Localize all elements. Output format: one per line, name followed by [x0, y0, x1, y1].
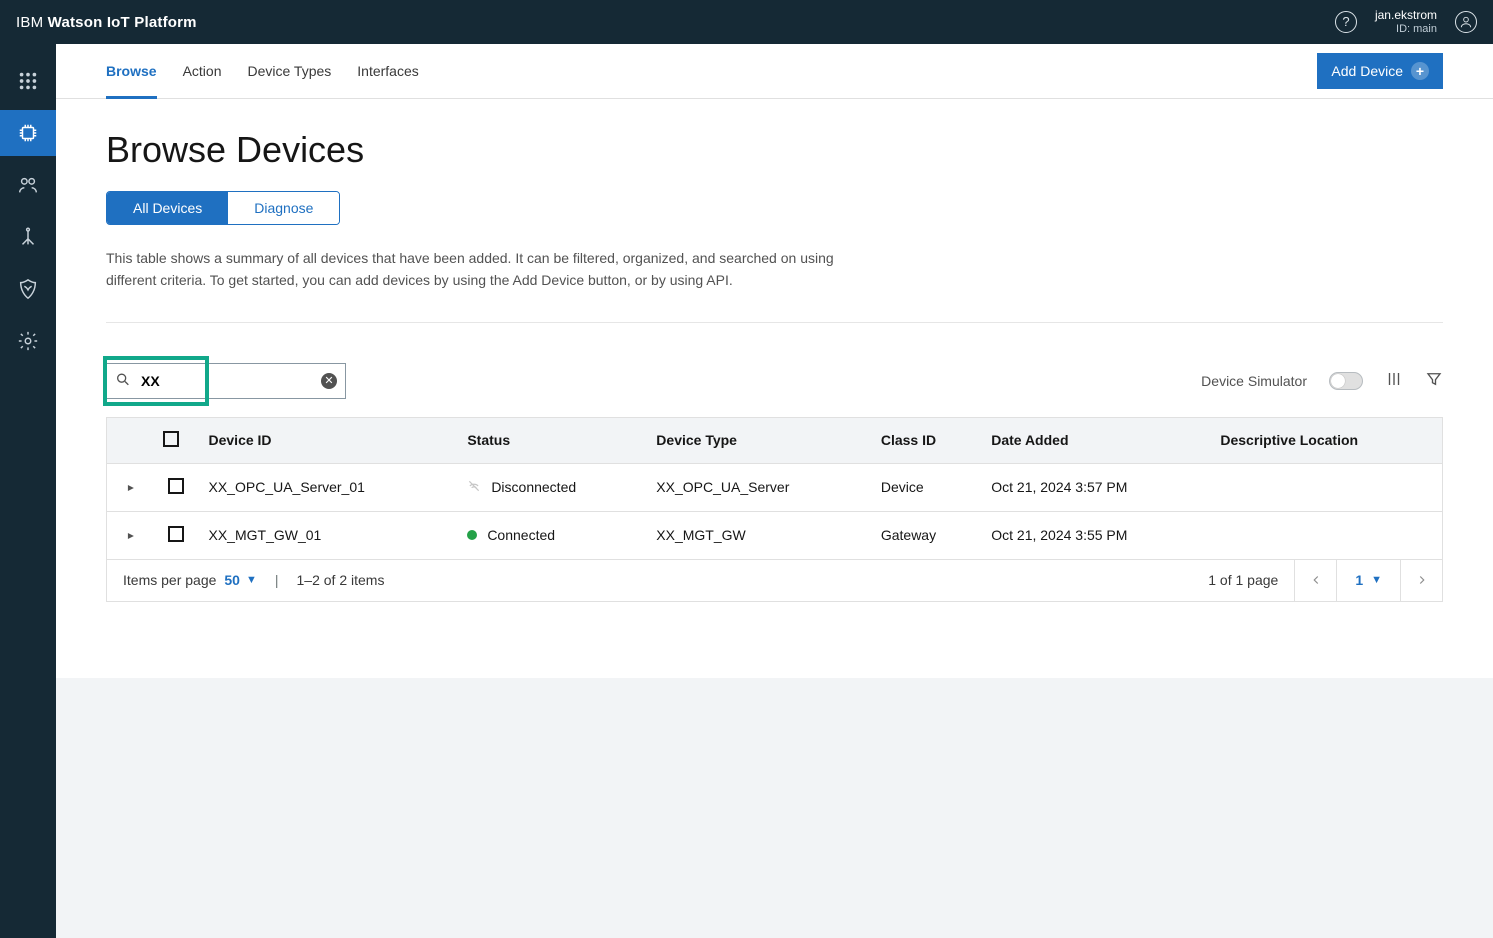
- col-device-id[interactable]: Device ID: [199, 417, 458, 463]
- devices-table: Device ID Status Device Type Class ID Da…: [106, 417, 1443, 560]
- filter-icon[interactable]: [1425, 370, 1443, 391]
- select-all-checkbox[interactable]: [163, 431, 179, 447]
- connected-icon: [467, 530, 477, 540]
- tab-browse[interactable]: Browse: [106, 44, 157, 99]
- tab-device-types[interactable]: Device Types: [248, 44, 332, 99]
- plus-icon: +: [1411, 62, 1429, 80]
- pill-all-devices[interactable]: All Devices: [107, 192, 228, 224]
- cell-date-added: Oct 21, 2024 3:57 PM: [981, 463, 1210, 511]
- col-class-id[interactable]: Class ID: [871, 417, 981, 463]
- top-header: IBM Watson IoT Platform ? jan.ekstrom ID…: [0, 0, 1493, 44]
- table-row[interactable]: ▾ XX_MGT_GW_01 Connected XX_MGT_GW Gatew…: [107, 511, 1443, 559]
- tab-interfaces[interactable]: Interfaces: [357, 44, 418, 99]
- pill-diagnose[interactable]: Diagnose: [228, 192, 339, 224]
- cell-device-id: XX_OPC_UA_Server_01: [199, 463, 458, 511]
- disconnected-icon: [467, 479, 481, 496]
- device-simulator-toggle[interactable]: [1329, 372, 1363, 390]
- sidebar-security-icon[interactable]: [0, 266, 56, 312]
- cell-device-type: XX_OPC_UA_Server: [646, 463, 871, 511]
- help-icon[interactable]: ?: [1335, 11, 1357, 33]
- user-name: jan.ekstrom: [1375, 8, 1437, 22]
- brand: IBM Watson IoT Platform: [16, 14, 197, 31]
- cell-status: Disconnected: [491, 479, 576, 495]
- cell-location: [1210, 463, 1442, 511]
- table-toolbar: ✕ Device Simulator: [106, 363, 1443, 399]
- page-select[interactable]: 1 ▼: [1336, 559, 1400, 601]
- col-descriptive-location[interactable]: Descriptive Location: [1210, 417, 1442, 463]
- col-date-added[interactable]: Date Added: [981, 417, 1210, 463]
- next-page-button[interactable]: [1400, 559, 1442, 601]
- add-device-label: Add Device: [1331, 63, 1403, 79]
- user-id-label: ID: main: [1375, 23, 1437, 36]
- expand-row-icon[interactable]: ▾: [123, 485, 137, 491]
- page-title: Browse Devices: [106, 129, 1443, 171]
- search-input[interactable]: [141, 373, 311, 389]
- add-device-button[interactable]: Add Device +: [1317, 53, 1443, 89]
- user-info: jan.ekstrom ID: main: [1375, 8, 1437, 36]
- device-view-pills: All Devices Diagnose: [106, 191, 340, 225]
- cell-status: Connected: [487, 527, 555, 543]
- sidebar-access-icon[interactable]: [0, 214, 56, 260]
- col-device-type[interactable]: Device Type: [646, 417, 871, 463]
- row-checkbox[interactable]: [168, 478, 184, 494]
- device-simulator-label: Device Simulator: [1201, 373, 1307, 389]
- prev-page-button[interactable]: [1294, 559, 1336, 601]
- page-description: This table shows a summary of all device…: [106, 247, 846, 292]
- col-select: [153, 417, 199, 463]
- cell-device-id: XX_MGT_GW_01: [199, 511, 458, 559]
- current-page: 1: [1355, 572, 1363, 588]
- items-per-page-label: Items per page: [123, 572, 216, 588]
- table-footer: Items per page 50 ▼ | 1–2 of 2 items 1 o…: [106, 560, 1443, 602]
- user-avatar-icon[interactable]: [1455, 11, 1477, 33]
- table-row[interactable]: ▾ XX_OPC_UA_Server_01 Disconnected XX_: [107, 463, 1443, 511]
- cell-date-added: Oct 21, 2024 3:55 PM: [981, 511, 1210, 559]
- subnav: Browse Action Device Types Interfaces Ad…: [56, 44, 1493, 99]
- cell-class-id: Device: [871, 463, 981, 511]
- sidebar-apps-icon[interactable]: [0, 58, 56, 104]
- expand-row-icon[interactable]: ▾: [123, 533, 137, 539]
- column-settings-icon[interactable]: [1385, 370, 1403, 391]
- empty-area: [56, 678, 1493, 938]
- items-range-text: 1–2 of 2 items: [297, 572, 385, 588]
- items-per-page-value: 50: [224, 572, 240, 588]
- col-status[interactable]: Status: [457, 417, 646, 463]
- brand-prefix: IBM: [16, 14, 48, 31]
- cell-location: [1210, 511, 1442, 559]
- sidebar-devices-icon[interactable]: [0, 110, 56, 156]
- separator: [106, 322, 1443, 323]
- search-input-wrap: ✕: [106, 363, 346, 399]
- sidebar-members-icon[interactable]: [0, 162, 56, 208]
- sidebar: [0, 44, 56, 938]
- caret-down-icon: ▼: [1371, 574, 1382, 586]
- items-per-page-select[interactable]: 50 ▼: [224, 572, 256, 588]
- clear-search-icon[interactable]: ✕: [321, 373, 337, 389]
- sidebar-settings-icon[interactable]: [0, 318, 56, 364]
- cell-class-id: Gateway: [871, 511, 981, 559]
- search-icon: [115, 371, 131, 390]
- page-info: 1 of 1 page: [1192, 572, 1294, 588]
- brand-name: Watson IoT Platform: [48, 14, 197, 31]
- tab-action[interactable]: Action: [183, 44, 222, 99]
- row-checkbox[interactable]: [168, 526, 184, 542]
- col-expand: [107, 417, 153, 463]
- caret-down-icon: ▼: [246, 574, 257, 586]
- cell-device-type: XX_MGT_GW: [646, 511, 871, 559]
